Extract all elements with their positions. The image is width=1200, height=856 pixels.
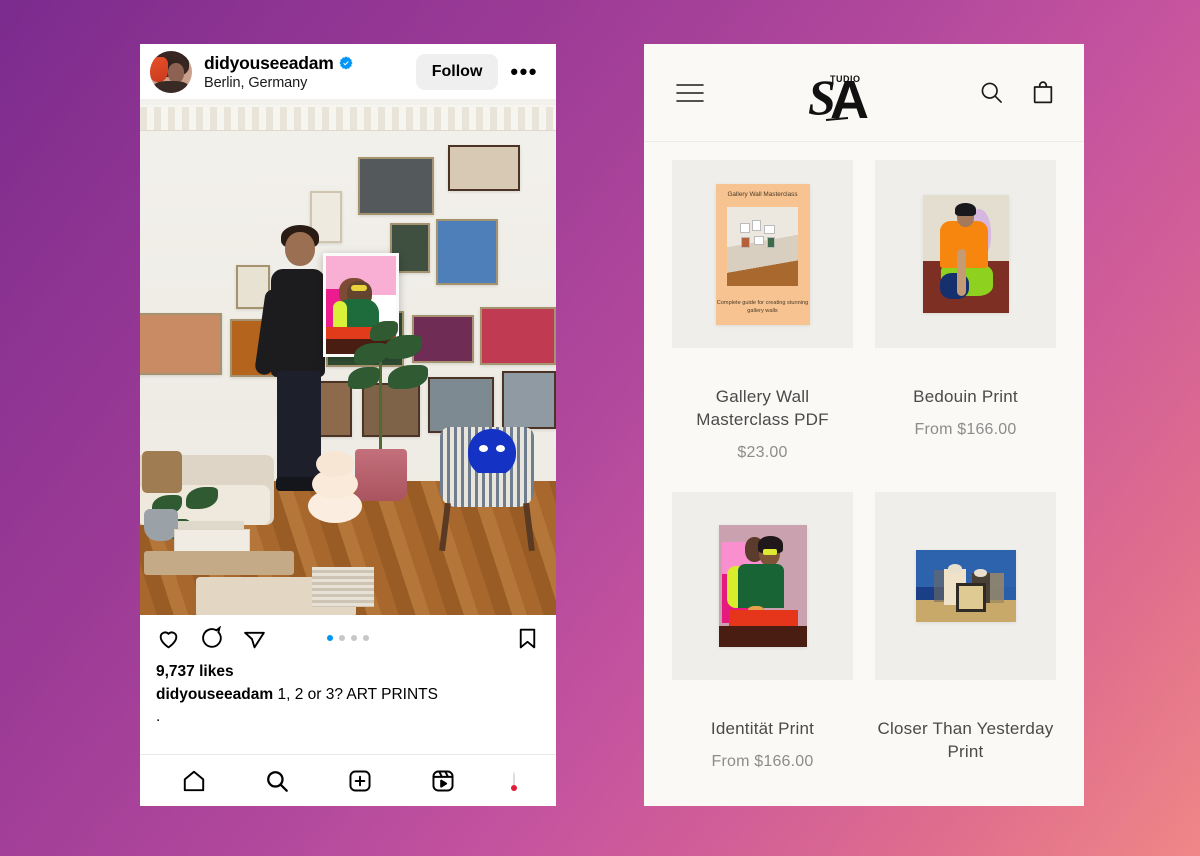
product-card[interactable]: Gallery Wall Masterclass Complete guide … xyxy=(672,160,853,492)
cover-title: Gallery Wall Masterclass xyxy=(727,190,798,198)
bedouin-print-art xyxy=(922,195,1009,313)
product-price: $23.00 xyxy=(737,443,788,461)
plus-square-icon[interactable] xyxy=(347,768,373,794)
notification-badge xyxy=(511,784,518,791)
location-label: Berlin, Germany xyxy=(204,74,308,91)
product-title: Bedouin Print xyxy=(913,387,1018,406)
post-action-bar xyxy=(140,615,556,655)
shop-storefront-panel: TUDIO S A Gallery Wall Masterclass Compl… xyxy=(644,44,1084,806)
carousel-dot xyxy=(363,635,369,641)
likes-count[interactable]: 9,737 likes xyxy=(140,655,556,681)
product-image[interactable] xyxy=(672,492,853,680)
bottom-navigation-bar xyxy=(140,754,556,806)
header-actions xyxy=(979,80,1056,106)
identitat-print-art xyxy=(718,525,807,647)
search-icon[interactable] xyxy=(264,768,290,794)
post-image[interactable] xyxy=(140,99,556,615)
home-icon[interactable] xyxy=(181,768,207,794)
comment-icon[interactable] xyxy=(199,624,224,651)
caption-username[interactable]: didyouseeadam xyxy=(156,686,273,703)
product-title: Closer Than Yesterday Print xyxy=(877,719,1054,761)
carousel-dot xyxy=(339,635,345,641)
hamburger-menu-icon[interactable] xyxy=(672,79,708,107)
product-card[interactable]: Bedouin Print From $166.00 xyxy=(875,160,1056,492)
verified-badge-icon xyxy=(339,56,353,70)
product-title: Gallery Wall Masterclass PDF xyxy=(696,387,829,429)
svg-text:A: A xyxy=(830,70,869,124)
caption-second-line: . xyxy=(156,707,161,725)
heart-icon[interactable] xyxy=(156,626,181,651)
user-info-block: didyouseeadam Berlin, Germany xyxy=(204,53,416,91)
product-grid: Gallery Wall Masterclass Complete guide … xyxy=(644,142,1084,806)
search-icon[interactable] xyxy=(979,80,1004,105)
product-image[interactable]: Gallery Wall Masterclass Complete guide … xyxy=(672,160,853,348)
shopping-bag-icon[interactable] xyxy=(1030,80,1056,106)
caption-text: 1, 2 or 3? ART PRINTS xyxy=(277,686,438,703)
product-price: From $166.00 xyxy=(914,420,1017,438)
share-icon[interactable] xyxy=(242,626,267,651)
product-image[interactable] xyxy=(875,492,1056,680)
bookmark-icon[interactable] xyxy=(515,626,540,651)
cover-subtitle: Complete guide for creating stunning gal… xyxy=(716,300,809,314)
follow-button[interactable]: Follow xyxy=(415,53,499,90)
store-logo[interactable]: TUDIO S A xyxy=(708,62,979,124)
username-label[interactable]: didyouseeadam xyxy=(204,53,334,74)
product-image[interactable] xyxy=(875,160,1056,348)
instagram-post-header: didyouseeadam Berlin, Germany Follow ••• xyxy=(140,44,556,99)
more-options-icon[interactable]: ••• xyxy=(506,59,542,85)
carousel-dot xyxy=(351,635,357,641)
instagram-post-panel: didyouseeadam Berlin, Germany Follow ••• xyxy=(140,44,556,806)
carousel-dot xyxy=(327,635,333,641)
reels-icon[interactable] xyxy=(430,768,456,794)
product-price: From $166.00 xyxy=(711,752,814,770)
product-title: Identität Print xyxy=(710,719,815,738)
username-row: didyouseeadam xyxy=(204,53,416,74)
closer-than-yesterday-art xyxy=(915,550,1016,622)
product-card[interactable]: Closer Than Yesterday Print xyxy=(875,492,1056,806)
avatar[interactable] xyxy=(150,50,192,93)
product-card[interactable]: Identität Print From $166.00 xyxy=(672,492,853,806)
store-header: TUDIO S A xyxy=(644,44,1084,142)
post-caption: didyouseeadam 1, 2 or 3? ART PRINTS xyxy=(140,681,556,706)
pdf-cover-art: Gallery Wall Masterclass Complete guide … xyxy=(715,183,810,325)
